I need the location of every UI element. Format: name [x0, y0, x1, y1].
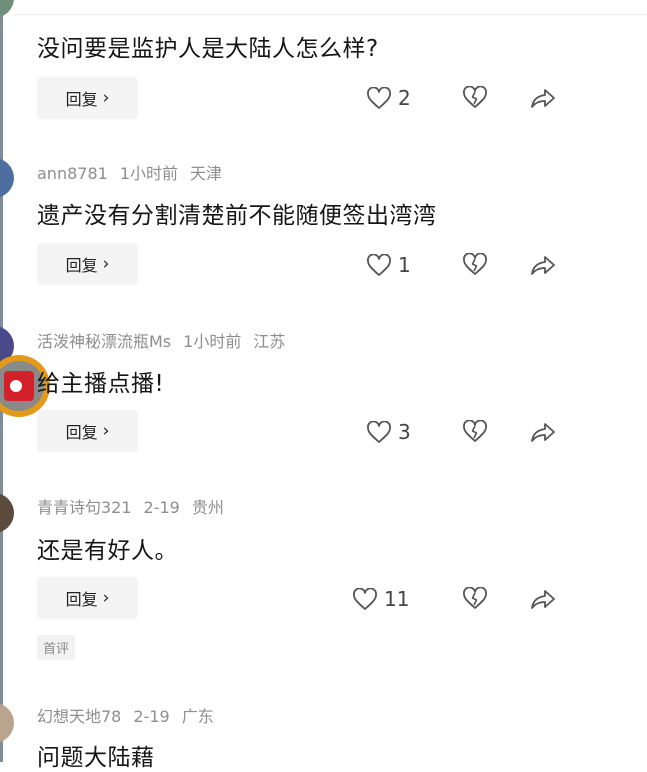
- heart-outline-icon: [366, 420, 392, 444]
- avatar[interactable]: [0, 158, 14, 198]
- chevron-right-icon: ›: [102, 254, 110, 274]
- comment-location: 贵州: [191, 498, 224, 517]
- comment-meta: 幻想天地78 2-19 广东: [37, 703, 226, 727]
- comment-text: 遗产没有分割清楚前不能随便签出湾湾: [37, 203, 437, 229]
- reply-button[interactable]: 回复 ›: [37, 77, 138, 119]
- share-arrow-icon: [530, 588, 556, 610]
- reply-label: 回复: [65, 256, 98, 275]
- broken-heart-icon: [462, 587, 488, 610]
- heart-outline-icon: [366, 253, 392, 277]
- comment-meta: ann8781 1小时前 天津: [37, 160, 234, 184]
- like-button[interactable]: 3: [366, 420, 411, 444]
- chevron-right-icon: ›: [102, 88, 110, 108]
- comment-time: 2-19: [133, 707, 170, 726]
- first-comment-badge: 首评: [37, 635, 76, 660]
- share-arrow-icon: [530, 87, 556, 109]
- reply-button[interactable]: 回复 ›: [37, 577, 138, 619]
- like-button[interactable]: 11: [352, 587, 409, 611]
- comment-text: 问题大陆藉: [37, 745, 155, 771]
- comment-meta: 青青诗句321 2-19 贵州: [37, 494, 236, 518]
- broken-heart-icon: [462, 253, 488, 276]
- avatar[interactable]: [0, 0, 14, 18]
- heart-outline-icon: [366, 86, 392, 110]
- broken-heart-icon: [462, 420, 488, 443]
- dislike-button[interactable]: [462, 587, 488, 610]
- reply-button[interactable]: 回复 ›: [37, 243, 138, 285]
- dislike-button[interactable]: [462, 253, 488, 276]
- comment-location: 广东: [181, 707, 214, 726]
- broken-heart-icon: [462, 86, 488, 109]
- like-count: 2: [398, 86, 411, 110]
- dislike-button[interactable]: [462, 420, 488, 443]
- comment-text: 给主播点播!: [37, 371, 165, 397]
- comment-time: 2-19: [143, 498, 180, 517]
- top-divider: [15, 14, 647, 15]
- like-count: 11: [384, 587, 410, 611]
- comment-text: 没问要是监护人是大陆人怎么样?: [37, 36, 379, 62]
- reply-label: 回复: [65, 590, 98, 609]
- username[interactable]: 幻想天地78: [37, 707, 121, 726]
- share-button[interactable]: [530, 254, 556, 276]
- comment-time: 1小时前: [119, 164, 178, 183]
- dislike-button[interactable]: [462, 86, 488, 109]
- reply-label: 回复: [65, 423, 98, 442]
- share-button[interactable]: [530, 588, 556, 610]
- share-button[interactable]: [530, 421, 556, 443]
- chevron-right-icon: ›: [102, 588, 110, 608]
- reply-label: 回复: [65, 90, 98, 109]
- username[interactable]: 活泼神秘漂流瓶Ms: [37, 332, 171, 351]
- like-button[interactable]: 1: [366, 253, 411, 277]
- share-arrow-icon: [530, 254, 556, 276]
- comment-location: 江苏: [253, 332, 286, 351]
- avatar[interactable]: [0, 493, 14, 533]
- red-gift-icon: [4, 371, 34, 401]
- share-arrow-icon: [530, 421, 556, 443]
- like-count: 3: [398, 420, 411, 444]
- chevron-right-icon: ›: [102, 421, 110, 441]
- like-button[interactable]: 2: [366, 86, 411, 110]
- comment-meta: 活泼神秘漂流瓶Ms 1小时前 江苏: [37, 328, 297, 352]
- username[interactable]: ann8781: [37, 164, 108, 183]
- avatar[interactable]: [0, 703, 14, 743]
- like-count: 1: [398, 253, 411, 277]
- comment-location: 天津: [190, 164, 223, 183]
- comment-text: 还是有好人。: [37, 538, 178, 564]
- share-button[interactable]: [530, 87, 556, 109]
- username[interactable]: 青青诗句321: [37, 498, 132, 517]
- heart-outline-icon: [352, 587, 378, 611]
- reply-button[interactable]: 回复 ›: [37, 410, 138, 452]
- comment-time: 1小时前: [183, 332, 242, 351]
